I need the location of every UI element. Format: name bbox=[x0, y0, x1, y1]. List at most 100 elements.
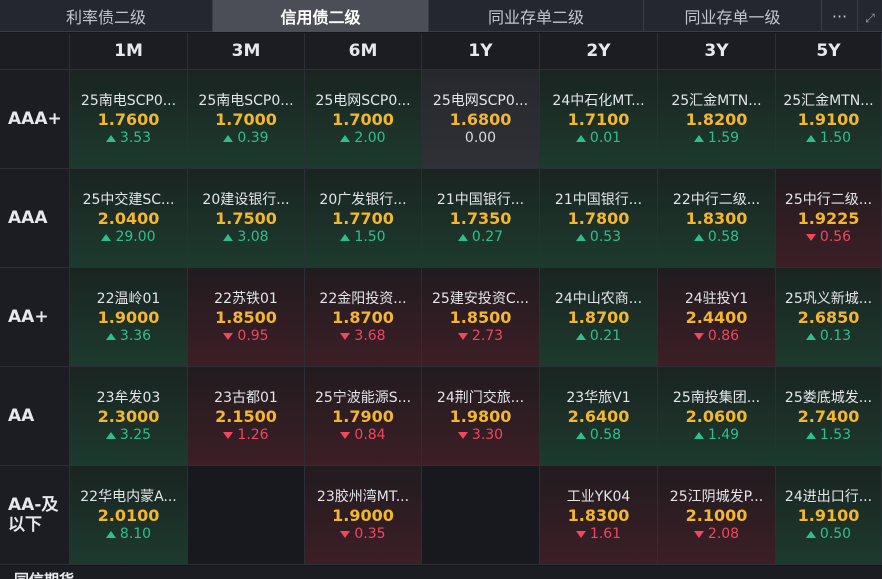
tab-credit-bond-secondary[interactable]: 信用债二级 bbox=[213, 0, 429, 32]
bond-cell[interactable]: 22金阳投资... 1.8700 3.68 bbox=[305, 268, 422, 367]
bond-cell[interactable]: 25汇金MTN... 1.9100 1.50 bbox=[776, 70, 882, 169]
bond-yield: 1.8300 bbox=[567, 505, 630, 525]
column-header-3y: 3Y bbox=[658, 33, 776, 70]
bond-change: 3.08 bbox=[223, 229, 269, 246]
bond-cell[interactable]: 23古都01 2.1500 1.26 bbox=[188, 367, 305, 466]
bond-change: 3.30 bbox=[457, 426, 504, 444]
bond-cell[interactable]: 20建设银行... 1.7500 3.08 bbox=[188, 169, 305, 268]
arrow-down-icon bbox=[693, 530, 704, 538]
bond-change-value: 0.27 bbox=[471, 228, 504, 245]
bond-cell[interactable]: 21中国银行... 1.7350 0.27 bbox=[422, 169, 540, 268]
bond-name: 24中山农商... bbox=[554, 290, 643, 307]
tab-ncd-secondary[interactable]: 同业存单二级 bbox=[429, 0, 644, 32]
bond-change: 0.00 bbox=[465, 130, 496, 147]
arrow-down-icon bbox=[805, 233, 816, 241]
bond-change: 29.00 bbox=[101, 228, 156, 246]
arrow-down-icon bbox=[223, 332, 234, 340]
arrow-up-icon bbox=[575, 332, 586, 340]
arrow-down-icon bbox=[340, 332, 351, 340]
bond-yield: 2.0600 bbox=[685, 406, 748, 426]
bond-yield: 1.8700 bbox=[332, 307, 394, 327]
bond-cell[interactable]: 23牟发03 2.3000 3.25 bbox=[70, 367, 188, 466]
bond-change-value: 0.95 bbox=[237, 327, 269, 344]
bond-cell[interactable]: 25电网SCP0... 1.7000 2.00 bbox=[305, 70, 422, 169]
bond-cell[interactable]: 25娄底城发... 2.7400 1.53 bbox=[776, 367, 882, 466]
empty-cell bbox=[188, 466, 305, 565]
bond-name: 25宁波能源S... bbox=[314, 389, 412, 406]
more-tabs-button[interactable]: ··· bbox=[822, 0, 858, 32]
bond-cell[interactable]: 25宁波能源S... 1.7900 0.84 bbox=[305, 367, 422, 466]
bond-cell[interactable]: 25巩义新城... 2.6850 0.13 bbox=[776, 268, 882, 367]
bond-change-value: 0.58 bbox=[589, 426, 622, 443]
bond-change-value: 0.50 bbox=[819, 525, 852, 542]
matrix-corner bbox=[0, 33, 70, 70]
arrow-up-icon bbox=[105, 431, 116, 439]
row-label-rating: AA bbox=[0, 367, 70, 466]
footer-section-title: 同信期货 bbox=[14, 569, 74, 579]
bond-name: 21中国银行... bbox=[436, 191, 525, 208]
bond-yield: 1.8300 bbox=[685, 208, 748, 228]
bond-change-value: 29.00 bbox=[115, 228, 156, 245]
bond-cell[interactable]: 23华旅V1 2.6400 0.58 bbox=[540, 367, 658, 466]
bond-yield: 1.9100 bbox=[797, 109, 860, 129]
bond-change-value: 3.25 bbox=[119, 426, 152, 443]
bond-yield: 2.1000 bbox=[685, 505, 748, 525]
bond-change: 1.49 bbox=[693, 426, 740, 444]
bond-yield: 1.7900 bbox=[332, 406, 394, 426]
bond-cell[interactable]: 25汇金MTN... 1.8200 1.59 bbox=[658, 70, 776, 169]
bond-cell[interactable]: 25江阴城发P... 2.1000 2.08 bbox=[658, 466, 776, 565]
bond-name: 25中交建SC... bbox=[82, 191, 175, 208]
bond-change-value: 3.68 bbox=[354, 327, 386, 344]
bond-cell[interactable]: 25中交建SC... 2.0400 29.00 bbox=[70, 169, 188, 268]
bond-name: 23胶州湾MT... bbox=[316, 488, 410, 505]
column-header-2y: 2Y bbox=[540, 33, 658, 70]
bond-cell[interactable]: 25南投集团... 2.0600 1.49 bbox=[658, 367, 776, 466]
bond-change-value: 3.36 bbox=[119, 327, 152, 344]
bond-change: 0.95 bbox=[223, 327, 269, 345]
bond-cell[interactable]: 25中行二级... 1.9225 0.56 bbox=[776, 169, 882, 268]
bond-cell[interactable]: 22中行二级... 1.8300 0.58 bbox=[658, 169, 776, 268]
arrow-up-icon bbox=[805, 332, 816, 340]
bond-cell[interactable]: 22温岭01 1.9000 3.36 bbox=[70, 268, 188, 367]
bond-name: 22金阳投资... bbox=[319, 290, 407, 307]
bond-yield: 1.7700 bbox=[332, 208, 394, 228]
bond-name: 工业YK04 bbox=[566, 488, 631, 505]
bond-yield: 1.7000 bbox=[215, 109, 277, 129]
bond-yield: 2.0400 bbox=[97, 208, 160, 228]
column-header-6m: 6M bbox=[305, 33, 422, 70]
bond-cell[interactable]: 22华电内蒙A... 2.0100 8.10 bbox=[70, 466, 188, 565]
bond-cell[interactable]: 24驻投Y1 2.4400 0.86 bbox=[658, 268, 776, 367]
bond-name: 25南投集团... bbox=[672, 389, 761, 406]
bond-cell[interactable]: 25建安投资C... 1.8500 2.73 bbox=[422, 268, 540, 367]
bond-cell[interactable]: 25南电SCP0... 1.7000 0.39 bbox=[188, 70, 305, 169]
bond-cell[interactable]: 24进出口行... 1.9100 0.50 bbox=[776, 466, 882, 565]
bond-change: 0.35 bbox=[340, 526, 386, 543]
bond-cell[interactable]: 25电网SCP0... 1.6800 0.00 bbox=[422, 70, 540, 169]
bond-cell[interactable]: 22苏铁01 1.8500 0.95 bbox=[188, 268, 305, 367]
bond-cell[interactable]: 21中国银行... 1.7800 0.53 bbox=[540, 169, 658, 268]
bond-cell[interactable]: 24荆门交旅... 1.9800 3.30 bbox=[422, 367, 540, 466]
bond-cell[interactable]: 工业YK04 1.8300 1.61 bbox=[540, 466, 658, 565]
bond-change-value: 1.49 bbox=[707, 426, 740, 443]
bond-change-value: 0.56 bbox=[819, 228, 852, 245]
bond-change: 1.50 bbox=[340, 229, 386, 246]
bond-change-value: 3.30 bbox=[471, 426, 504, 443]
expand-icon[interactable]: ⤢ bbox=[858, 0, 882, 32]
empty-cell bbox=[422, 466, 540, 565]
bond-name: 25南电SCP0... bbox=[80, 92, 177, 109]
arrow-up-icon bbox=[805, 134, 816, 142]
bond-cell[interactable]: 24中山农商... 1.8700 0.21 bbox=[540, 268, 658, 367]
bond-name: 25娄底城发... bbox=[784, 389, 873, 406]
bond-change: 0.84 bbox=[340, 427, 386, 444]
bond-cell[interactable]: 25南电SCP0... 1.7600 3.53 bbox=[70, 70, 188, 169]
arrow-up-icon bbox=[805, 530, 816, 538]
bond-cell[interactable]: 23胶州湾MT... 1.9000 0.35 bbox=[305, 466, 422, 565]
bond-change: 2.73 bbox=[457, 328, 503, 345]
bond-cell[interactable]: 20广发银行... 1.7700 1.50 bbox=[305, 169, 422, 268]
tab-ncd-primary[interactable]: 同业存单一级 bbox=[644, 0, 822, 32]
bond-cell[interactable]: 24中石化MT... 1.7100 0.01 bbox=[540, 70, 658, 169]
tab-rate-bond-secondary[interactable]: 利率债二级 bbox=[0, 0, 213, 32]
bond-name: 24进出口行... bbox=[784, 488, 873, 505]
bond-change-value: 1.59 bbox=[707, 129, 740, 146]
bond-name: 25中行二级... bbox=[784, 191, 873, 208]
